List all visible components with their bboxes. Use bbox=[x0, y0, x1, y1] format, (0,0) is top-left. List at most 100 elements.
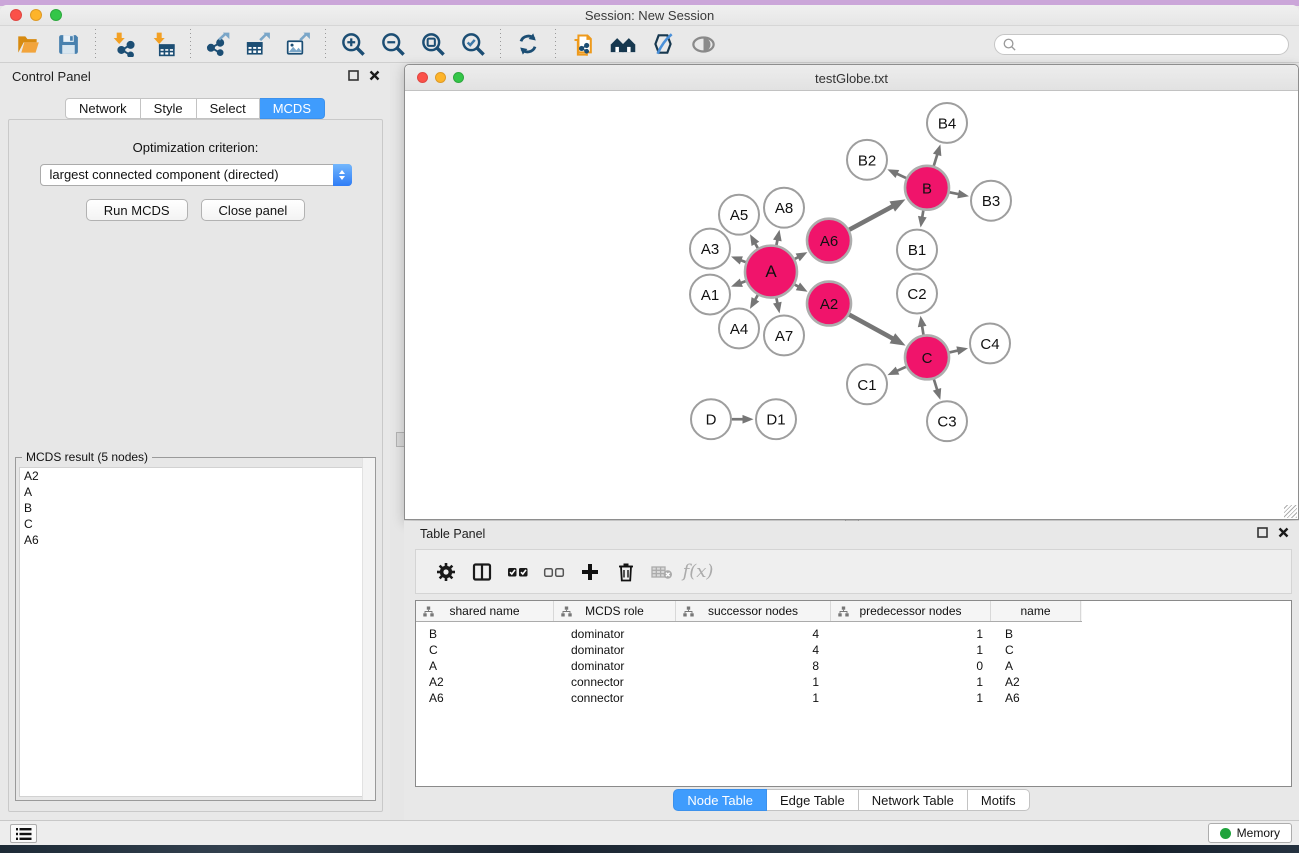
table-cell[interactable]: 1 bbox=[831, 691, 991, 705]
tab-style[interactable]: Style bbox=[141, 98, 197, 119]
graph-node-C3[interactable]: C3 bbox=[927, 401, 967, 441]
graph-node-A[interactable]: A bbox=[745, 246, 797, 298]
table-cell[interactable]: dominator bbox=[554, 643, 676, 657]
bird-eye-view-icon[interactable] bbox=[686, 28, 720, 60]
graph-node-A4[interactable]: A4 bbox=[719, 308, 759, 348]
graph-node-A1[interactable]: A1 bbox=[690, 275, 730, 315]
edge-A-A8[interactable] bbox=[773, 230, 782, 245]
table-cell[interactable]: 1 bbox=[831, 643, 991, 657]
table-cell[interactable]: B bbox=[416, 627, 554, 641]
table-cell[interactable]: connector bbox=[554, 691, 676, 705]
export-network-icon[interactable] bbox=[201, 28, 235, 60]
mcds-result-item[interactable]: A bbox=[20, 484, 371, 500]
table-cell[interactable]: 1 bbox=[676, 691, 831, 705]
import-network-icon[interactable] bbox=[106, 28, 140, 60]
table-cell[interactable]: dominator bbox=[554, 659, 676, 673]
graph-node-B[interactable]: B bbox=[905, 166, 949, 210]
network-from-selection-icon[interactable] bbox=[566, 28, 600, 60]
edge-C-C2[interactable] bbox=[918, 316, 927, 335]
memory-button[interactable]: Memory bbox=[1208, 823, 1292, 843]
tab-mcds[interactable]: MCDS bbox=[260, 98, 325, 119]
home-icon[interactable] bbox=[606, 28, 640, 60]
edge-B-B1[interactable] bbox=[918, 210, 927, 227]
table-cell[interactable]: A bbox=[416, 659, 554, 673]
mcds-result-item[interactable]: A2 bbox=[20, 468, 371, 484]
mcds-result-item[interactable]: A6 bbox=[20, 532, 371, 548]
table-cell[interactable]: C bbox=[991, 643, 1081, 657]
table-settings-icon[interactable] bbox=[428, 555, 464, 589]
edge-A-A6[interactable] bbox=[795, 252, 808, 261]
edge-D-D1[interactable] bbox=[732, 415, 754, 424]
mcds-result-scrollbar[interactable] bbox=[362, 458, 375, 800]
close-panel-icon[interactable] bbox=[1278, 527, 1289, 538]
edge-C-C3[interactable] bbox=[933, 379, 941, 400]
edge-C-C4[interactable] bbox=[949, 346, 968, 355]
zoom-fit-icon[interactable] bbox=[416, 28, 450, 60]
delete-column-icon[interactable] bbox=[608, 555, 644, 589]
tab-edge-table[interactable]: Edge Table bbox=[767, 789, 859, 811]
edge-B-B3[interactable] bbox=[950, 190, 969, 199]
graph-node-C[interactable]: C bbox=[905, 335, 949, 379]
graph-node-C2[interactable]: C2 bbox=[897, 274, 937, 314]
graph-node-C1[interactable]: C1 bbox=[847, 364, 887, 404]
edge-A-A3[interactable] bbox=[731, 256, 746, 264]
save-session-icon[interactable] bbox=[51, 28, 85, 60]
edge-A6-B[interactable] bbox=[849, 199, 905, 229]
tab-network[interactable]: Network bbox=[65, 98, 141, 119]
graph-node-D1[interactable]: D1 bbox=[756, 399, 796, 439]
edge-A2-C[interactable] bbox=[849, 315, 905, 346]
mcds-result-item[interactable]: B bbox=[20, 500, 371, 516]
edge-C-C1[interactable] bbox=[888, 367, 907, 376]
tab-motifs[interactable]: Motifs bbox=[968, 789, 1030, 811]
table-cell[interactable]: dominator bbox=[554, 627, 676, 641]
graph-node-A2[interactable]: A2 bbox=[807, 282, 851, 326]
graph-node-A8[interactable]: A8 bbox=[764, 188, 804, 228]
table-cell[interactable]: A2 bbox=[416, 675, 554, 689]
select-all-rows-icon[interactable] bbox=[500, 555, 536, 589]
tab-select[interactable]: Select bbox=[197, 98, 260, 119]
graph-node-D[interactable]: D bbox=[691, 399, 731, 439]
deselect-all-rows-icon[interactable] bbox=[536, 555, 572, 589]
float-panel-icon[interactable] bbox=[348, 70, 359, 81]
graph-node-A6[interactable]: A6 bbox=[807, 219, 851, 263]
export-table-icon[interactable] bbox=[241, 28, 275, 60]
hide-labels-icon[interactable] bbox=[646, 28, 680, 60]
run-mcds-button[interactable]: Run MCDS bbox=[86, 199, 188, 221]
table-cell[interactable]: 8 bbox=[676, 659, 831, 673]
table-cell[interactable]: connector bbox=[554, 675, 676, 689]
graph-node-A3[interactable]: A3 bbox=[690, 229, 730, 269]
edge-A-A4[interactable] bbox=[750, 295, 759, 309]
refresh-view-icon[interactable] bbox=[511, 28, 545, 60]
graph-node-A5[interactable]: A5 bbox=[719, 195, 759, 235]
edge-A-A5[interactable] bbox=[750, 234, 759, 248]
table-row[interactable]: Adominator80A bbox=[416, 658, 1291, 674]
task-history-button[interactable] bbox=[10, 824, 37, 843]
table-cell[interactable]: B bbox=[991, 627, 1081, 641]
graph-node-B1[interactable]: B1 bbox=[897, 230, 937, 270]
close-panel-icon[interactable] bbox=[369, 70, 380, 81]
tab-node-table[interactable]: Node Table bbox=[673, 789, 767, 811]
column-header-MCDS-role[interactable]: MCDS role bbox=[554, 601, 676, 621]
table-cell[interactable]: A2 bbox=[991, 675, 1081, 689]
edge-B-B2[interactable] bbox=[887, 169, 906, 178]
search-box[interactable] bbox=[994, 34, 1289, 55]
table-cell[interactable]: 4 bbox=[676, 643, 831, 657]
column-header-predecessor-nodes[interactable]: predecessor nodes bbox=[831, 601, 991, 621]
delete-table-icon[interactable] bbox=[644, 555, 680, 589]
table-cell[interactable]: 4 bbox=[676, 627, 831, 641]
export-image-icon[interactable] bbox=[281, 28, 315, 60]
table-row[interactable]: A6connector11A6 bbox=[416, 690, 1291, 706]
tab-network-table[interactable]: Network Table bbox=[859, 789, 968, 811]
criterion-select[interactable]: largest connected component (directed) bbox=[40, 164, 352, 186]
edge-A-A1[interactable] bbox=[731, 279, 746, 287]
table-cell[interactable]: 1 bbox=[831, 627, 991, 641]
edge-A-A2[interactable] bbox=[795, 283, 808, 292]
column-header-shared-name[interactable]: shared name bbox=[416, 601, 554, 621]
table-cell[interactable]: A bbox=[991, 659, 1081, 673]
open-session-icon[interactable] bbox=[11, 28, 45, 60]
graph-node-B4[interactable]: B4 bbox=[927, 103, 967, 143]
add-column-icon[interactable] bbox=[572, 555, 608, 589]
column-selector-icon[interactable] bbox=[464, 555, 500, 589]
graph-node-B2[interactable]: B2 bbox=[847, 140, 887, 180]
graph-node-B3[interactable]: B3 bbox=[971, 181, 1011, 221]
